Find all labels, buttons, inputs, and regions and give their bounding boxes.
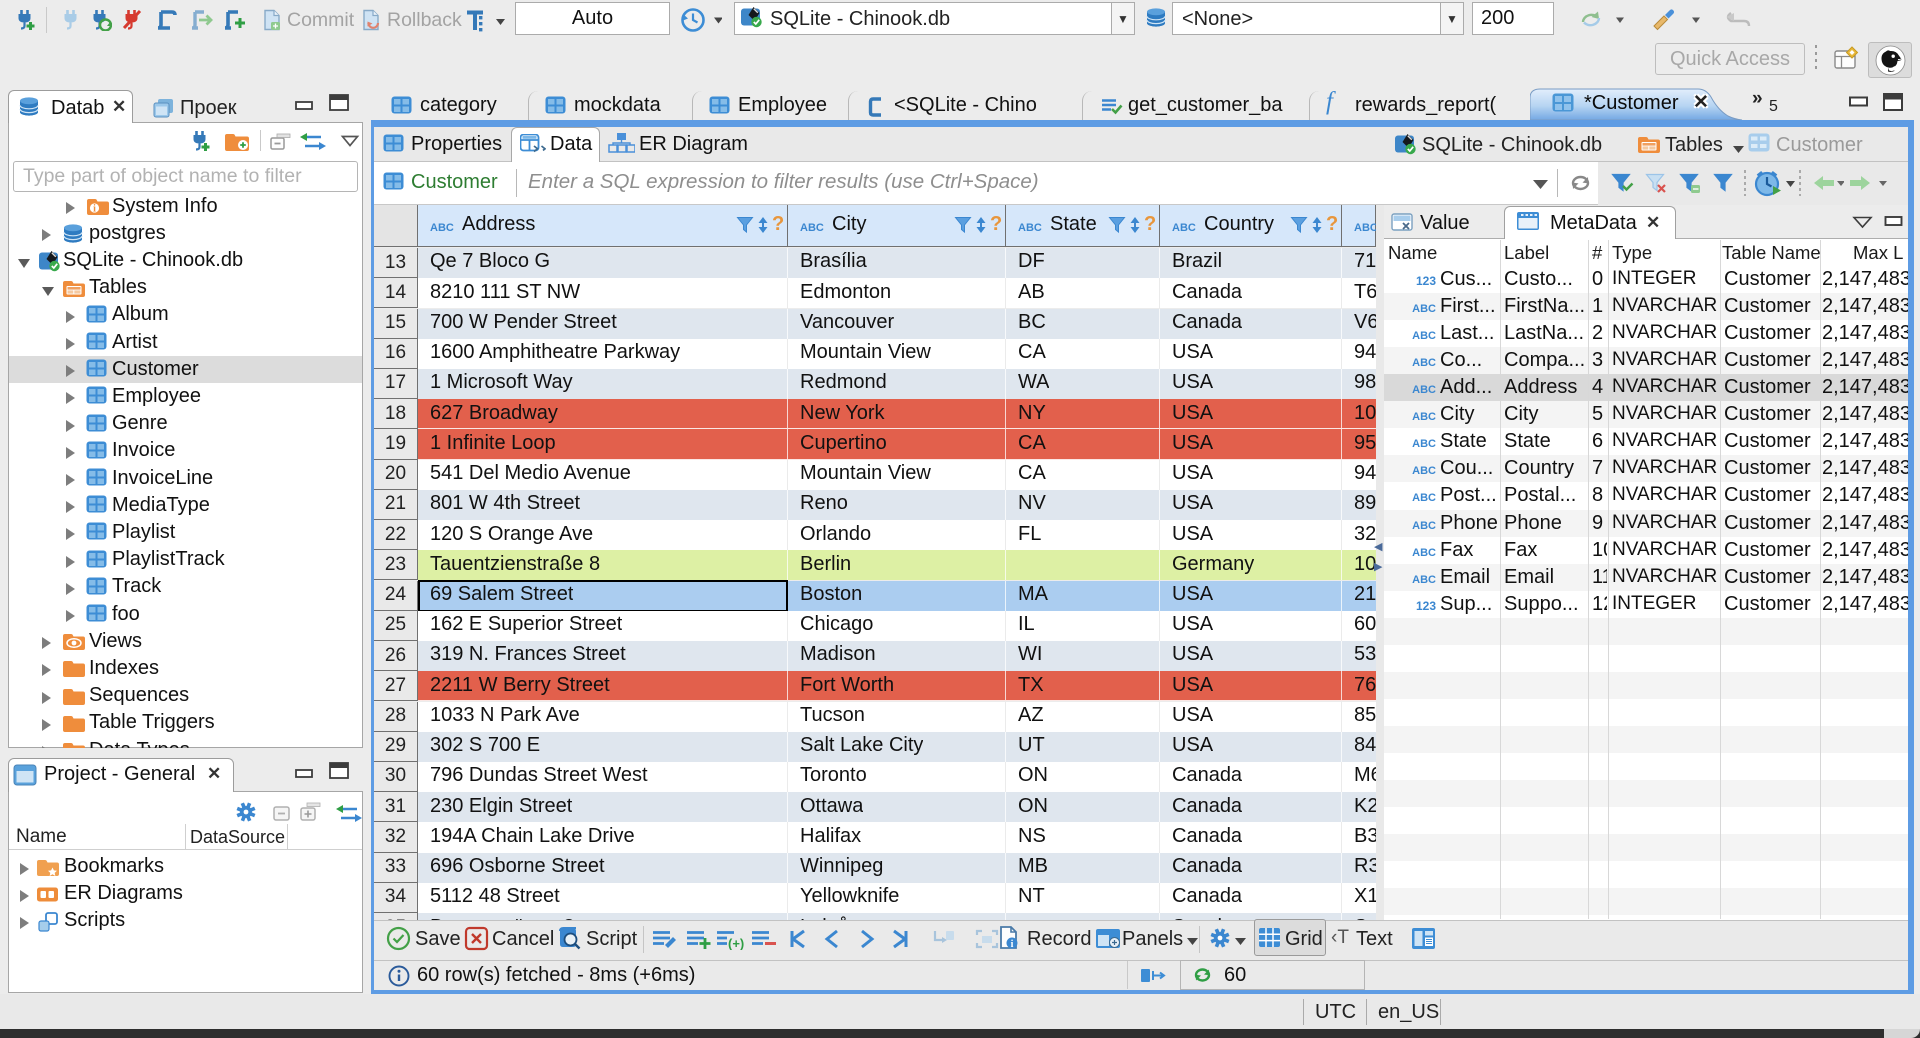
svg-text:i: i <box>93 204 96 215</box>
svg-text:i: i <box>1011 939 1014 950</box>
svg-text:(+): (+) <box>728 936 744 950</box>
